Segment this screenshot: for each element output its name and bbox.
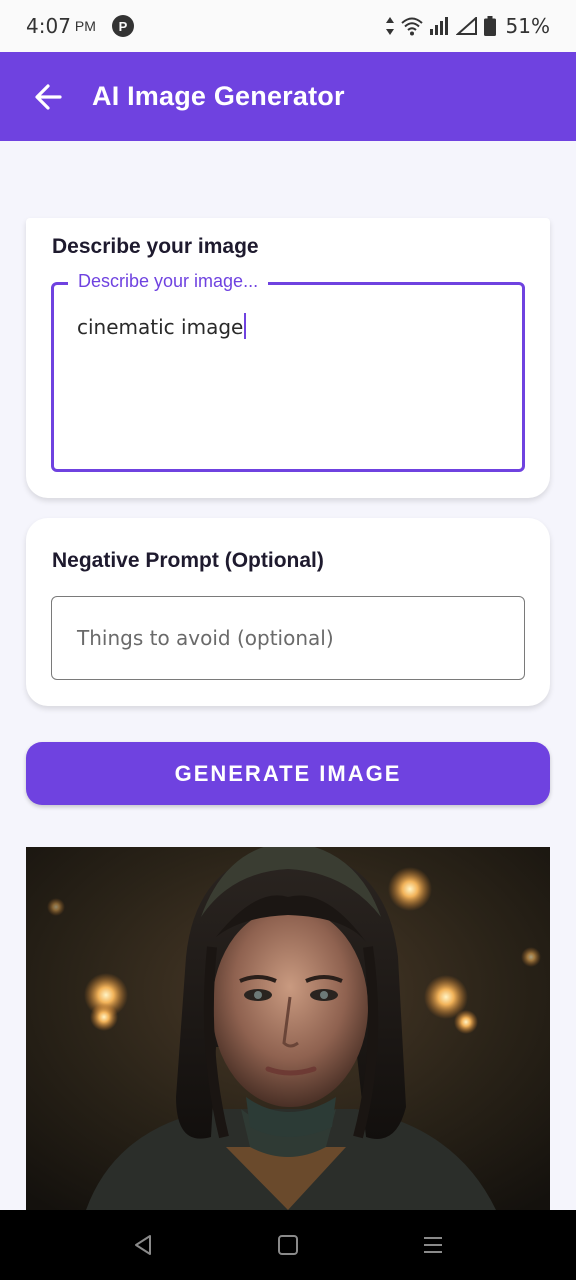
battery-icon [483,16,496,36]
home-square-icon [277,1235,298,1255]
system-nav-bar [0,1210,576,1280]
prompt-value: cinematic image [77,313,247,339]
negative-prompt-card: Negative Prompt (Optional) Things to avo… [26,518,550,706]
signal-empty-icon [455,17,477,35]
text-caret [244,313,247,339]
prompt-card: Describe your image Describe your image.… [26,218,550,498]
back-button[interactable] [32,81,64,113]
status-bar: 4:07 PM P 51% [0,0,576,52]
nav-recents-button[interactable] [413,1225,453,1265]
negative-prompt-input[interactable]: Things to avoid (optional) [51,596,525,680]
arrow-left-icon [35,83,62,110]
prompt-input[interactable]: Describe your image... cinematic image [51,271,525,472]
nav-back-button[interactable] [123,1225,163,1265]
notification-icon: P [111,15,134,37]
page-title: AI Image Generator [92,81,345,111]
generated-portrait-image [26,847,550,1210]
generate-image-button[interactable]: GENERATE IMAGE [26,742,550,805]
status-time: 4:07 [26,14,71,38]
status-icons: 51% [385,14,550,38]
battery-level: 51% [505,14,550,38]
generated-image [26,847,550,1210]
negative-prompt-title: Negative Prompt (Optional) [52,549,324,572]
back-triangle-icon [134,1235,151,1255]
nav-home-button[interactable] [268,1225,308,1265]
prompt-card-title: Describe your image [52,235,259,258]
menu-lines-icon [424,1237,443,1253]
app-bar: AI Image Generator [0,52,576,141]
status-ampm: PM [74,18,96,34]
signal-icon [429,17,448,35]
data-arrows-icon [385,17,394,35]
negative-prompt-placeholder: Things to avoid (optional) [77,626,334,650]
prompt-field-label: Describe your image... [68,271,269,292]
wifi-icon [400,17,423,36]
